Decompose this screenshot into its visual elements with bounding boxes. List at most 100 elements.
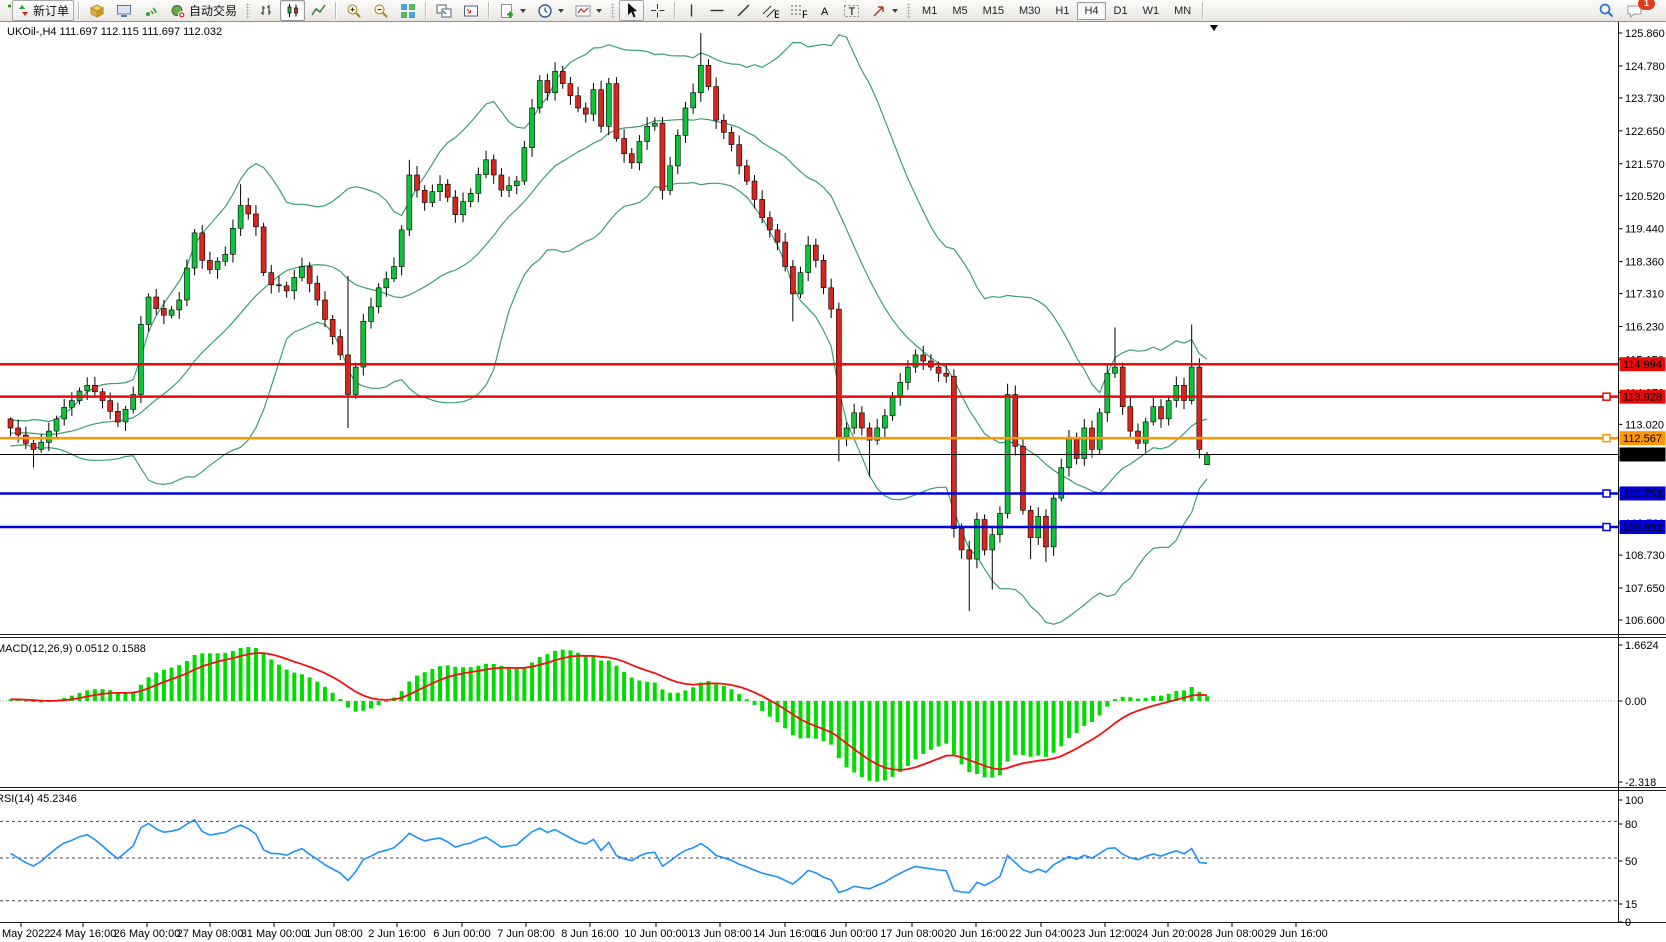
line-drag-handle[interactable] (1603, 524, 1610, 531)
timeframe-m1[interactable]: M1 (915, 2, 944, 20)
search-button[interactable] (1593, 0, 1620, 21)
macd-bar (1197, 692, 1201, 701)
zoom-out-button[interactable] (368, 0, 394, 21)
macd-bar (308, 677, 312, 701)
vline-tool-button[interactable] (680, 0, 703, 21)
text-tool-button[interactable]: A (813, 0, 837, 21)
macd-bar (1052, 701, 1056, 753)
signal-button[interactable] (138, 0, 164, 21)
svg-text:E: E (774, 9, 779, 19)
zoom-in-button[interactable] (341, 0, 367, 21)
macd-bar (1044, 701, 1048, 757)
macd-bar (722, 686, 726, 701)
macd-bar (921, 701, 925, 754)
new-order-button[interactable]: 新订单 (12, 0, 74, 21)
timeframe-m30[interactable]: M30 (1012, 2, 1047, 20)
timeframe-mn[interactable]: MN (1167, 2, 1198, 20)
cursor-tool-button[interactable] (619, 0, 644, 21)
fibonacci-tool-button[interactable]: F (785, 0, 812, 21)
timeframe-h4[interactable]: H4 (1077, 2, 1105, 20)
chart-shift-marker[interactable] (1210, 25, 1218, 31)
tile-windows-button[interactable] (395, 0, 421, 21)
notifications-button[interactable]: 1 (1621, 0, 1649, 21)
price-label-112.032[interactable]: 112.032 (1620, 447, 1666, 461)
price-label-text: 112.567 (1623, 433, 1662, 445)
macd-bar (944, 701, 948, 744)
arrange-windows-icon (436, 3, 452, 19)
metaeditor-button[interactable] (111, 0, 137, 21)
line-drag-handle[interactable] (1603, 435, 1610, 442)
candle-bearish (936, 367, 941, 373)
candle-bullish (1143, 422, 1148, 443)
candle-bullish (299, 267, 304, 278)
candle-bullish (476, 175, 481, 194)
macd-bar (745, 699, 749, 701)
macd-bar (1105, 701, 1109, 707)
arrows-tool-button[interactable] (866, 0, 903, 21)
dropdown-caret (596, 9, 602, 13)
template-chart-icon (575, 3, 591, 19)
chart-canvas[interactable]: 125.860124.780123.730122.650121.570120.5… (0, 0, 1666, 942)
price-label-text: 114.994 (1623, 359, 1662, 371)
chart-candles-button[interactable] (280, 0, 305, 21)
channel-tool-button[interactable]: E (757, 0, 784, 21)
hline-tool-button[interactable] (704, 0, 730, 21)
metaeditor-icon (116, 3, 132, 19)
macd-bar (1136, 699, 1140, 701)
cascade-windows-button[interactable] (458, 0, 484, 21)
macd-bar (446, 665, 450, 701)
candle-bearish (453, 197, 458, 215)
candle-bearish (1120, 367, 1125, 407)
macd-bar (361, 701, 365, 711)
indicators-button[interactable] (494, 0, 531, 21)
candle-bullish (537, 81, 542, 108)
macd-bar (438, 666, 442, 701)
candle-bullish (138, 324, 143, 394)
chart-bars-button[interactable] (254, 0, 279, 21)
macd-bar (584, 656, 588, 701)
candle-bearish (345, 355, 350, 395)
line-drag-handle[interactable] (1603, 490, 1610, 497)
macd-bar (891, 701, 895, 777)
candle-bearish (154, 297, 159, 309)
candle-bearish (583, 108, 588, 114)
crosshair-tool-button[interactable] (645, 0, 670, 21)
macd-bar (1167, 694, 1171, 701)
new-chart-icon[interactable] (3, 0, 11, 21)
timeframe-m15[interactable]: M15 (976, 2, 1011, 20)
timeframe-d1[interactable]: D1 (1107, 2, 1135, 20)
price-axis-tick-label: 106.600 (1625, 615, 1665, 627)
candle-bullish (69, 401, 74, 408)
timeframe-h1[interactable]: H1 (1048, 2, 1076, 20)
text-label-tool-button[interactable]: T (838, 0, 865, 21)
trendline-tool-button[interactable] (731, 0, 756, 21)
text-tool-icon: A (818, 3, 832, 18)
candle-bullish (675, 135, 680, 166)
macd-bar (269, 659, 273, 701)
line-drag-handle[interactable] (1603, 393, 1610, 400)
autotrade-button[interactable]: 自动交易 (165, 0, 242, 21)
candle-bullish (1112, 367, 1117, 373)
periods-button[interactable] (532, 0, 569, 21)
time-axis[interactable]: May 202224 May 16:0026 May 00:0027 May 0… (2, 923, 1328, 941)
macd-bar (162, 670, 166, 701)
candle-bullish (54, 419, 59, 431)
arrange-windows-button[interactable] (431, 0, 457, 21)
candle-bearish (629, 154, 634, 163)
timeframe-m5[interactable]: M5 (945, 2, 974, 20)
market-button[interactable] (84, 0, 110, 21)
price-label-114.994[interactable]: 114.994 (1620, 357, 1666, 371)
macd-bar (737, 694, 741, 701)
macd-bar (860, 701, 864, 777)
chart-line-button[interactable] (306, 0, 331, 21)
candle-bullish (461, 202, 466, 215)
timeframe-w1[interactable]: W1 (1136, 2, 1167, 20)
candle-bearish (921, 355, 926, 361)
candle-bullish (898, 382, 903, 397)
templates-button[interactable] (570, 0, 607, 21)
macd-bar (914, 701, 918, 759)
tile-windows-icon (400, 3, 416, 19)
candle-bullish (368, 307, 373, 322)
price-axis-tick-label: 113.020 (1625, 419, 1664, 431)
macd-bar (315, 682, 319, 701)
